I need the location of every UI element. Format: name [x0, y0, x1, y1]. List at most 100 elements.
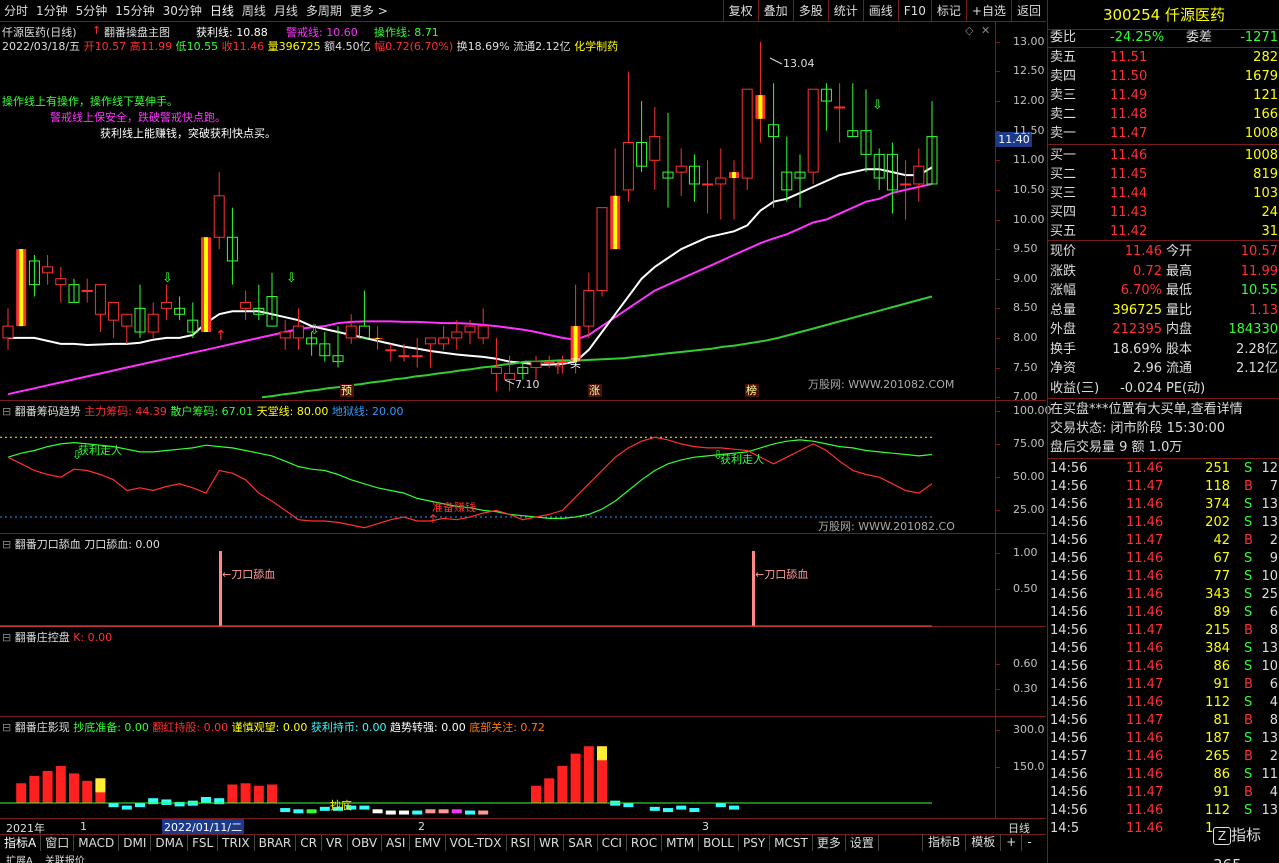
- control-axis: [995, 627, 1046, 716]
- shadow-bar-cyan: [280, 808, 291, 813]
- toolbar-btn-5[interactable]: F10: [897, 0, 931, 22]
- indicator-tab-18[interactable]: ROC: [627, 835, 663, 851]
- bid-row-volume: 24: [1261, 205, 1278, 220]
- axis-tick: 9.50: [1013, 242, 1038, 256]
- indicator-tab-9[interactable]: VR: [322, 835, 348, 851]
- stat-row: 外盘 212395 内盘 184330: [1048, 320, 1279, 339]
- knife-chart[interactable]: [0, 534, 995, 627]
- buy-mark: 买: [570, 357, 581, 370]
- stat-value-2: 1.13: [1249, 302, 1278, 318]
- indicator-tab-3[interactable]: DMI: [119, 835, 152, 851]
- toolbar-btn-8[interactable]: 返回: [1010, 0, 1046, 22]
- indicator-tab-14[interactable]: RSI: [507, 835, 536, 851]
- period-tab-0[interactable]: 分时: [0, 2, 32, 19]
- ask-row-price: 11.48: [1110, 107, 1148, 122]
- shadow-bar-yellow: [95, 778, 106, 793]
- candle-body-up: [900, 183, 912, 186]
- indicator-tab-8[interactable]: CR: [296, 835, 322, 851]
- indicator-tab-7[interactable]: BRAR: [255, 835, 297, 851]
- shadow-bar-red: [267, 784, 277, 803]
- collapse-icon[interactable]: ⊟: [2, 631, 11, 644]
- indicator-tab-24[interactable]: 设置: [846, 835, 879, 851]
- toolbar-btn-0[interactable]: 复权: [722, 0, 758, 22]
- tick-row: 14:56 11.46 202 S 13: [1048, 513, 1279, 532]
- candlestick-chart[interactable]: 13.04 7.10 买 ↑ ↑ ⇩ ⇩ ⇩ ⇩ 预 涨 榜: [0, 22, 995, 401]
- period-tab-4[interactable]: 30分钟: [159, 2, 206, 19]
- tick-count: 11: [1261, 767, 1278, 782]
- chip-chart[interactable]: 获利走人⇩ 获利走人⇩准备赚钱↑: [0, 401, 995, 534]
- sell-arrow-icon: ⇩: [162, 271, 173, 286]
- toolbar-btn-7[interactable]: +自选: [965, 0, 1011, 22]
- indicator-tab-19[interactable]: MTM: [662, 835, 700, 851]
- toolbar-btn-3[interactable]: 统计: [827, 0, 863, 22]
- indicator-tab-21[interactable]: PSY: [739, 835, 771, 851]
- period-tab-7[interactable]: 月线: [270, 2, 302, 19]
- bid-row-label: 买二: [1050, 167, 1077, 182]
- indicator-right-btn-1[interactable]: 模板: [965, 834, 1000, 851]
- ext-tab-1[interactable]: 关联报价: [39, 852, 91, 863]
- indicator-tab-17[interactable]: CCI: [598, 835, 627, 851]
- period-tab-6[interactable]: 周线: [238, 2, 270, 19]
- indicator-right-btn-2[interactable]: +: [1000, 834, 1021, 851]
- notice-link[interactable]: 在买盘***位置有大买单,查看详情: [1048, 400, 1279, 419]
- period-tab-9[interactable]: 更多 >: [346, 2, 392, 19]
- indicator-tab-6[interactable]: TRIX: [218, 835, 255, 851]
- tick-volume: 91: [1213, 785, 1230, 800]
- axis-tick: 0.50: [1013, 582, 1038, 595]
- indicator-tab-2[interactable]: MACD: [74, 835, 120, 851]
- indicator-tab-23[interactable]: 更多: [813, 835, 846, 851]
- indicator-right-btn-0[interactable]: 指标B: [922, 834, 965, 851]
- control-header: ⊟ 翻番庄控盘 K: 0.00: [2, 629, 112, 645]
- ext-tab-0[interactable]: 扩展A: [0, 852, 39, 863]
- period-tab-1[interactable]: 1分钟: [32, 2, 72, 19]
- time-axis[interactable]: 2021年 1 2022/01/11/二 2 3 日线: [0, 819, 1046, 835]
- indicator-tab-4[interactable]: DMA: [151, 835, 189, 851]
- chip-trend-pane[interactable]: ⊟ 翻番筹码趋势 主力筹码: 44.39 散户筹码: 67.01 天堂线: 80…: [0, 401, 1052, 534]
- axis-tick-mark: [996, 308, 1000, 310]
- tick-price: 11.46: [1126, 461, 1164, 476]
- bid-row-label: 买四: [1050, 205, 1077, 220]
- indicator-tab-0[interactable]: 指标A: [0, 835, 42, 851]
- axis-tick-mark: [996, 689, 1000, 690]
- candle-body-up: [490, 367, 502, 374]
- shadow-chart[interactable]: 抄底: [0, 717, 995, 819]
- tick-price: 11.47: [1126, 479, 1164, 494]
- indicator-tab-16[interactable]: SAR: [564, 835, 598, 851]
- indicator-tab-5[interactable]: FSL: [188, 835, 219, 851]
- indicator-tab-15[interactable]: WR: [535, 835, 565, 851]
- toolbar-btn-2[interactable]: 多股: [792, 0, 828, 22]
- tick-time: 14:56: [1050, 731, 1088, 746]
- tick-side: B: [1244, 749, 1253, 764]
- tick-row: 14:56 11.47 81 B 8: [1048, 711, 1279, 730]
- control-pane[interactable]: ⊟ 翻番庄控盘 K: 0.00 0.60 0.30: [0, 627, 1046, 717]
- notice-text[interactable]: 在买盘***位置有大买单,查看详情: [1050, 400, 1243, 419]
- knife-pane[interactable]: ⊟ 翻番刀口舔血 刀口舔血: 0.00 ←刀口舔血 ←刀口舔血 1.00 0.50: [0, 534, 1046, 627]
- period-tab-5[interactable]: 日线: [206, 2, 238, 19]
- shadow-bar-cyan: [465, 810, 475, 815]
- indicator-right-btn-3[interactable]: -: [1021, 834, 1036, 851]
- indicator-tab-1[interactable]: 窗口: [41, 835, 75, 851]
- toolbar-btn-4[interactable]: 画线: [862, 0, 898, 22]
- main-chart-pane[interactable]: 仟源医药(日线) ↑ 翻番操盘主图 获利线: 10.88 警戒线: 10.60 …: [0, 22, 1046, 403]
- tick-side: S: [1244, 695, 1253, 710]
- period-tab-8[interactable]: 多周期: [302, 2, 346, 19]
- indicator-tab-20[interactable]: BOLL: [699, 835, 739, 851]
- axis-tick-mark: [996, 510, 1000, 512]
- period-tab-3[interactable]: 15分钟: [111, 2, 158, 19]
- indicator-tab-10[interactable]: OBV: [348, 835, 383, 851]
- candle-body-up: [451, 331, 463, 339]
- indicator-tab-11[interactable]: ASI: [382, 835, 411, 851]
- tick-time: 14:56: [1050, 551, 1088, 566]
- indicator-tab-12[interactable]: EMV: [410, 835, 446, 851]
- toolbar-btn-6[interactable]: 标记: [930, 0, 966, 22]
- toolbar-btn-1[interactable]: 叠加: [757, 0, 793, 22]
- tick-row: 14:56 11.46 343 S 25: [1048, 585, 1279, 604]
- shadow-pane[interactable]: ⊟ 翻番庄影现 抄底准备: 0.00 翻红持股: 0.00 谨慎观望: 0.00…: [0, 717, 1046, 819]
- indicator-tab-13[interactable]: VOL-TDX: [446, 835, 507, 851]
- stat-value-2: 10.55: [1240, 283, 1278, 298]
- indicator-tab-22[interactable]: MCST: [770, 835, 813, 851]
- tick-volume: 187: [1205, 731, 1230, 746]
- period-tab-2[interactable]: 5分钟: [72, 2, 112, 19]
- shadow-bar-cyan: [649, 806, 660, 811]
- candle-body-up: [292, 325, 304, 339]
